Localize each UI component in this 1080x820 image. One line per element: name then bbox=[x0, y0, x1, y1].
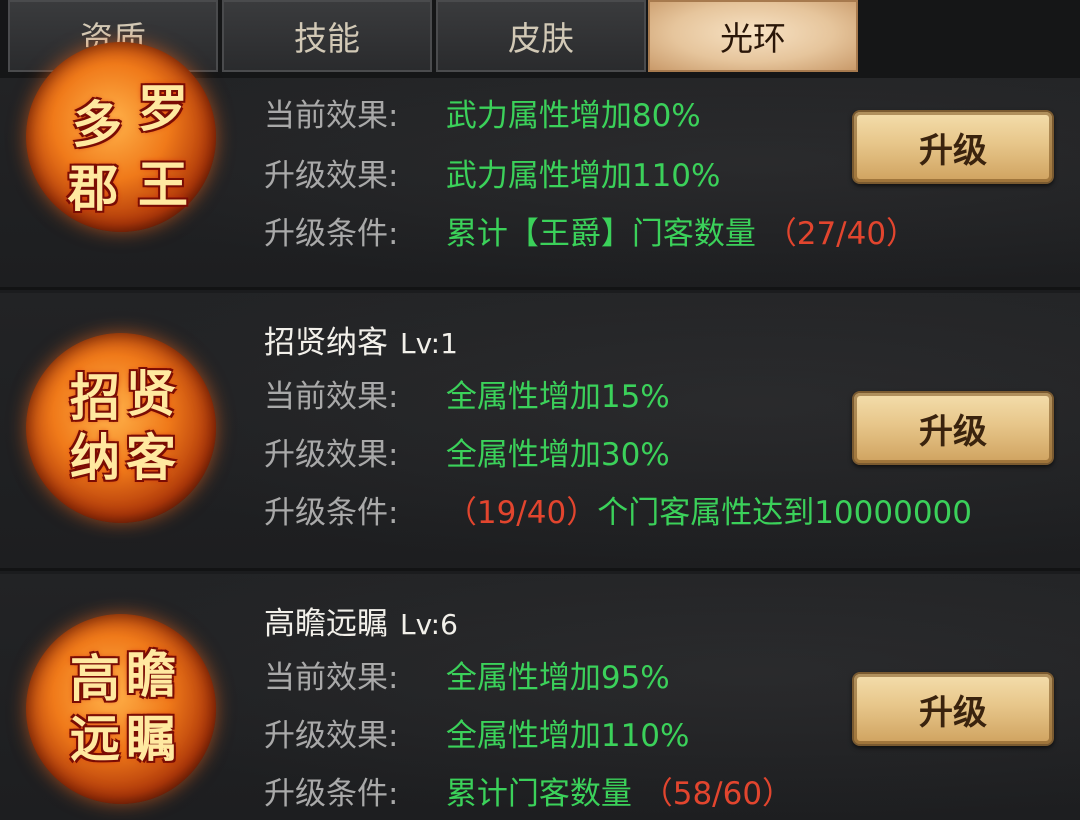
current-effect-value: 全属性增加15% bbox=[445, 379, 670, 415]
halo-level: Lv:6 bbox=[400, 608, 458, 641]
current-effect-value: 武力属性增加80% bbox=[445, 98, 701, 134]
upgrade-button[interactable]: 升级 bbox=[852, 672, 1054, 746]
halo-emblem-3: 高 瞻 远 瞩 bbox=[26, 614, 216, 804]
condition-progress: （58/60） bbox=[641, 776, 794, 812]
next-effect-value: 全属性增加30% bbox=[445, 437, 670, 473]
halo-title: 高瞻远瞩 Lv:6 bbox=[264, 598, 458, 643]
next-effect-row: 升级效果: 全属性增加30% bbox=[264, 429, 670, 474]
condition-label: 升级条件: bbox=[264, 776, 399, 812]
emblem-char: 客 bbox=[126, 428, 176, 487]
condition-text: 累计【王爵】门客数量 bbox=[445, 216, 756, 252]
current-effect-label: 当前效果: bbox=[264, 660, 399, 696]
current-effect-label: 当前效果: bbox=[264, 379, 399, 415]
upgrade-button[interactable]: 升级 bbox=[852, 391, 1054, 465]
next-effect-label: 升级效果: bbox=[264, 158, 399, 194]
current-effect-row: 当前效果: 全属性增加15% bbox=[264, 371, 670, 416]
next-effect-row: 升级效果: 武力属性增加110% bbox=[264, 150, 720, 195]
tab-halo[interactable]: 光环 bbox=[648, 0, 858, 72]
next-effect-label: 升级效果: bbox=[264, 437, 399, 473]
halo-title: 招贤纳客 Lv:1 bbox=[264, 317, 458, 362]
condition-label: 升级条件: bbox=[264, 495, 399, 531]
halo-level: Lv:1 bbox=[400, 327, 458, 360]
emblem-char: 贤 bbox=[126, 364, 176, 423]
current-effect-label: 当前效果: bbox=[264, 98, 399, 134]
condition-text: 个门客属性达到10000000 bbox=[597, 495, 972, 531]
emblem-char: 郡 bbox=[68, 159, 118, 218]
emblem-char: 多 bbox=[72, 95, 122, 154]
emblem-char: 远 bbox=[70, 709, 120, 768]
condition-label: 升级条件: bbox=[264, 216, 399, 252]
emblem-char: 罗 bbox=[138, 79, 188, 138]
halo-item-2: 招 贤 纳 客 招贤纳客 Lv:1 当前效果: 全属性增加15% 升级效果: 全属… bbox=[0, 293, 1080, 571]
next-effect-value: 全属性增加110% bbox=[445, 718, 690, 754]
next-effect-value: 武力属性增加110% bbox=[445, 158, 721, 194]
halo-emblem-2: 招 贤 纳 客 bbox=[26, 333, 216, 523]
tab-skills[interactable]: 技能 bbox=[222, 0, 432, 72]
halo-name: 高瞻远瞩 bbox=[264, 606, 388, 642]
halo-name: 招贤纳客 bbox=[264, 325, 388, 361]
emblem-char: 瞻 bbox=[126, 645, 176, 704]
condition-text: 累计门客数量 bbox=[445, 776, 632, 812]
condition-row: 升级条件: 累计门客数量 （58/60） bbox=[264, 768, 793, 813]
emblem-char: 高 bbox=[70, 649, 120, 708]
tab-skins[interactable]: 皮肤 bbox=[436, 0, 646, 72]
upgrade-button[interactable]: 升级 bbox=[852, 110, 1054, 184]
emblem-char: 瞩 bbox=[126, 709, 176, 768]
halo-item-3: 高 瞻 远 瞩 高瞻远瞩 Lv:6 当前效果: 全属性增加95% 升级效果: 全属… bbox=[0, 574, 1080, 820]
current-effect-row: 当前效果: 全属性增加95% bbox=[264, 652, 670, 697]
current-effect-value: 全属性增加95% bbox=[445, 660, 670, 696]
halo-item-1: 罗 多 郡 王 当前效果: 武力属性增加80% 升级效果: 武力属性增加110%… bbox=[0, 42, 1080, 290]
next-effect-row: 升级效果: 全属性增加110% bbox=[264, 710, 689, 755]
emblem-char: 纳 bbox=[70, 428, 120, 487]
next-effect-label: 升级效果: bbox=[264, 718, 399, 754]
halo-emblem-1: 罗 多 郡 王 bbox=[26, 42, 216, 232]
condition-row: 升级条件: （19/40）个门客属性达到10000000 bbox=[264, 487, 972, 532]
condition-row: 升级条件: 累计【王爵】门客数量 （27/40） bbox=[264, 208, 917, 253]
condition-progress: （27/40） bbox=[765, 216, 918, 252]
current-effect-row: 当前效果: 武力属性增加80% bbox=[264, 90, 701, 135]
emblem-char: 王 bbox=[138, 155, 188, 214]
condition-progress: （19/40） bbox=[445, 495, 598, 531]
emblem-char: 招 bbox=[70, 368, 120, 427]
